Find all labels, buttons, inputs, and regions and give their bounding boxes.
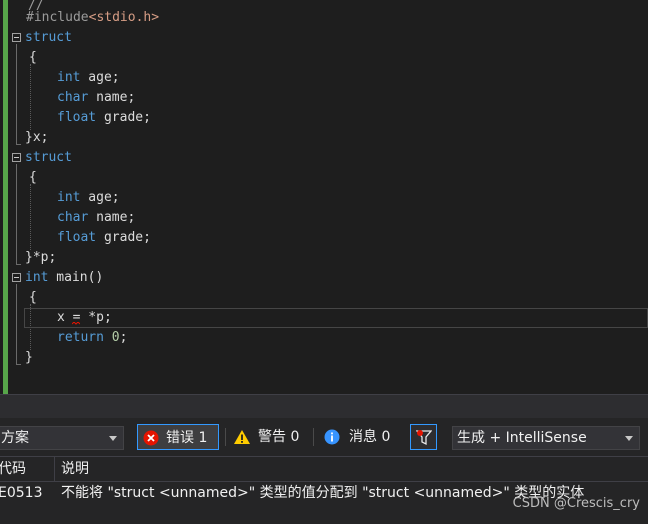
code-token: char bbox=[57, 90, 89, 105]
code-line[interactable]: { bbox=[0, 168, 648, 188]
code-token: main() bbox=[48, 270, 104, 285]
code-text: int age; bbox=[57, 70, 120, 86]
code-line[interactable]: return 0; bbox=[0, 328, 648, 348]
code-text: { bbox=[29, 50, 37, 66]
messages-filter-button[interactable]: 消息 0 bbox=[322, 424, 398, 450]
code-line[interactable]: } bbox=[0, 348, 648, 368]
code-text: struct bbox=[25, 150, 72, 166]
code-token: { bbox=[29, 170, 37, 185]
code-editor[interactable]: //#include<stdio.h> struct{int age; char n… bbox=[0, 0, 648, 394]
error-list-header: 代码 说明 bbox=[0, 456, 648, 482]
scope-dropdown[interactable]: 方案 bbox=[0, 426, 124, 450]
code-token: grade; bbox=[96, 110, 151, 125]
code-line[interactable]: x = *p; bbox=[0, 308, 648, 328]
code-text: return 0; bbox=[57, 330, 127, 346]
panel-divider[interactable] bbox=[0, 394, 648, 419]
code-line[interactable]: { bbox=[0, 48, 648, 68]
code-token: float bbox=[57, 230, 97, 245]
code-text: } bbox=[25, 350, 33, 366]
code-token: return bbox=[57, 330, 104, 345]
filter-icon bbox=[416, 430, 432, 446]
code-text: }*p; bbox=[25, 250, 56, 266]
errors-filter-button[interactable]: 错误 1 bbox=[137, 424, 219, 450]
code-text: float grade; bbox=[57, 110, 151, 126]
code-line[interactable]: struct bbox=[0, 148, 648, 168]
build-source-value: 生成 + IntelliSense bbox=[457, 430, 587, 446]
collapse-toggle-icon[interactable] bbox=[12, 153, 21, 162]
code-token: int bbox=[25, 270, 49, 285]
code-line[interactable]: #include<stdio.h> bbox=[0, 8, 648, 28]
code-line[interactable]: float grade; bbox=[0, 108, 648, 128]
code-token: { bbox=[29, 50, 37, 65]
messages-count-label: 消息 0 bbox=[349, 429, 391, 445]
code-text: char name; bbox=[57, 90, 135, 106]
warning-icon bbox=[234, 430, 250, 444]
code-token: { bbox=[29, 290, 37, 305]
code-column-header[interactable]: 代码 bbox=[0, 457, 26, 481]
code-line[interactable]: }x; bbox=[0, 128, 648, 148]
chevron-down-icon bbox=[109, 436, 117, 441]
chevron-down-icon bbox=[625, 436, 633, 441]
code-token: x = *p; bbox=[57, 310, 112, 325]
code-token: name; bbox=[88, 210, 136, 225]
code-text: { bbox=[29, 170, 37, 186]
info-icon bbox=[324, 429, 340, 445]
code-line[interactable]: char name; bbox=[0, 88, 648, 108]
code-token: } bbox=[25, 350, 33, 365]
error-code-cell: E0513 bbox=[0, 485, 43, 501]
error-description-cell: 不能将 "struct <unnamed>" 类型的值分配到 "struct <… bbox=[61, 485, 585, 501]
collapse-toggle-icon[interactable] bbox=[12, 273, 21, 282]
code-token: <stdio.h> bbox=[88, 10, 160, 25]
code-token: }x; bbox=[25, 130, 49, 145]
code-token: int bbox=[57, 70, 81, 85]
code-text: }x; bbox=[25, 130, 48, 146]
error-list-toolbar: 方案 错误 1 警告 0 消息 0 生成 + IntelliSense bbox=[0, 418, 648, 456]
code-token: 0 bbox=[111, 330, 120, 345]
code-text: int age; bbox=[57, 190, 120, 206]
code-token: float bbox=[57, 110, 97, 125]
code-line[interactable]: }*p; bbox=[0, 248, 648, 268]
code-text: { bbox=[29, 290, 37, 306]
error-squiggle[interactable] bbox=[72, 322, 80, 325]
code-token: grade; bbox=[96, 230, 151, 245]
code-line[interactable]: int age; bbox=[0, 188, 648, 208]
errors-count-label: 错误 1 bbox=[166, 430, 208, 446]
code-token: }*p; bbox=[25, 250, 57, 265]
code-text: x = *p; bbox=[57, 310, 112, 326]
code-token: struct bbox=[25, 150, 72, 165]
code-text: int main() bbox=[25, 270, 103, 286]
column-separator[interactable] bbox=[54, 457, 55, 481]
code-token: name; bbox=[88, 90, 136, 105]
code-line[interactable]: { bbox=[0, 288, 648, 308]
toolbar-separator bbox=[313, 428, 314, 446]
build-source-dropdown[interactable]: 生成 + IntelliSense bbox=[452, 426, 640, 450]
description-column-header[interactable]: 说明 bbox=[61, 457, 89, 481]
error-icon bbox=[143, 430, 159, 446]
code-token: #include bbox=[26, 10, 89, 25]
code-line[interactable]: int age; bbox=[0, 68, 648, 88]
warnings-filter-button[interactable]: 警告 0 bbox=[231, 424, 307, 450]
code-token: age; bbox=[80, 190, 120, 205]
code-token: age; bbox=[80, 70, 120, 85]
filter-button[interactable] bbox=[410, 424, 437, 450]
scope-dropdown-value: 方案 bbox=[1, 430, 29, 446]
code-token: char bbox=[57, 210, 89, 225]
code-text: #include<stdio.h> bbox=[26, 10, 159, 26]
code-text: float grade; bbox=[57, 230, 151, 246]
code-text: struct bbox=[25, 30, 72, 46]
code-line[interactable]: struct bbox=[0, 28, 648, 48]
warnings-count-label: 警告 0 bbox=[258, 429, 300, 445]
code-token: int bbox=[57, 190, 81, 205]
watermark: CSDN @Crescis_cry bbox=[512, 496, 640, 511]
code-line[interactable]: float grade; bbox=[0, 228, 648, 248]
code-token: ; bbox=[119, 330, 128, 345]
toolbar-separator bbox=[225, 428, 226, 446]
code-token: struct bbox=[25, 30, 72, 45]
code-text: char name; bbox=[57, 210, 135, 226]
code-line[interactable]: int main() bbox=[0, 268, 648, 288]
collapse-toggle-icon[interactable] bbox=[12, 33, 21, 42]
code-line[interactable]: char name; bbox=[0, 208, 648, 228]
